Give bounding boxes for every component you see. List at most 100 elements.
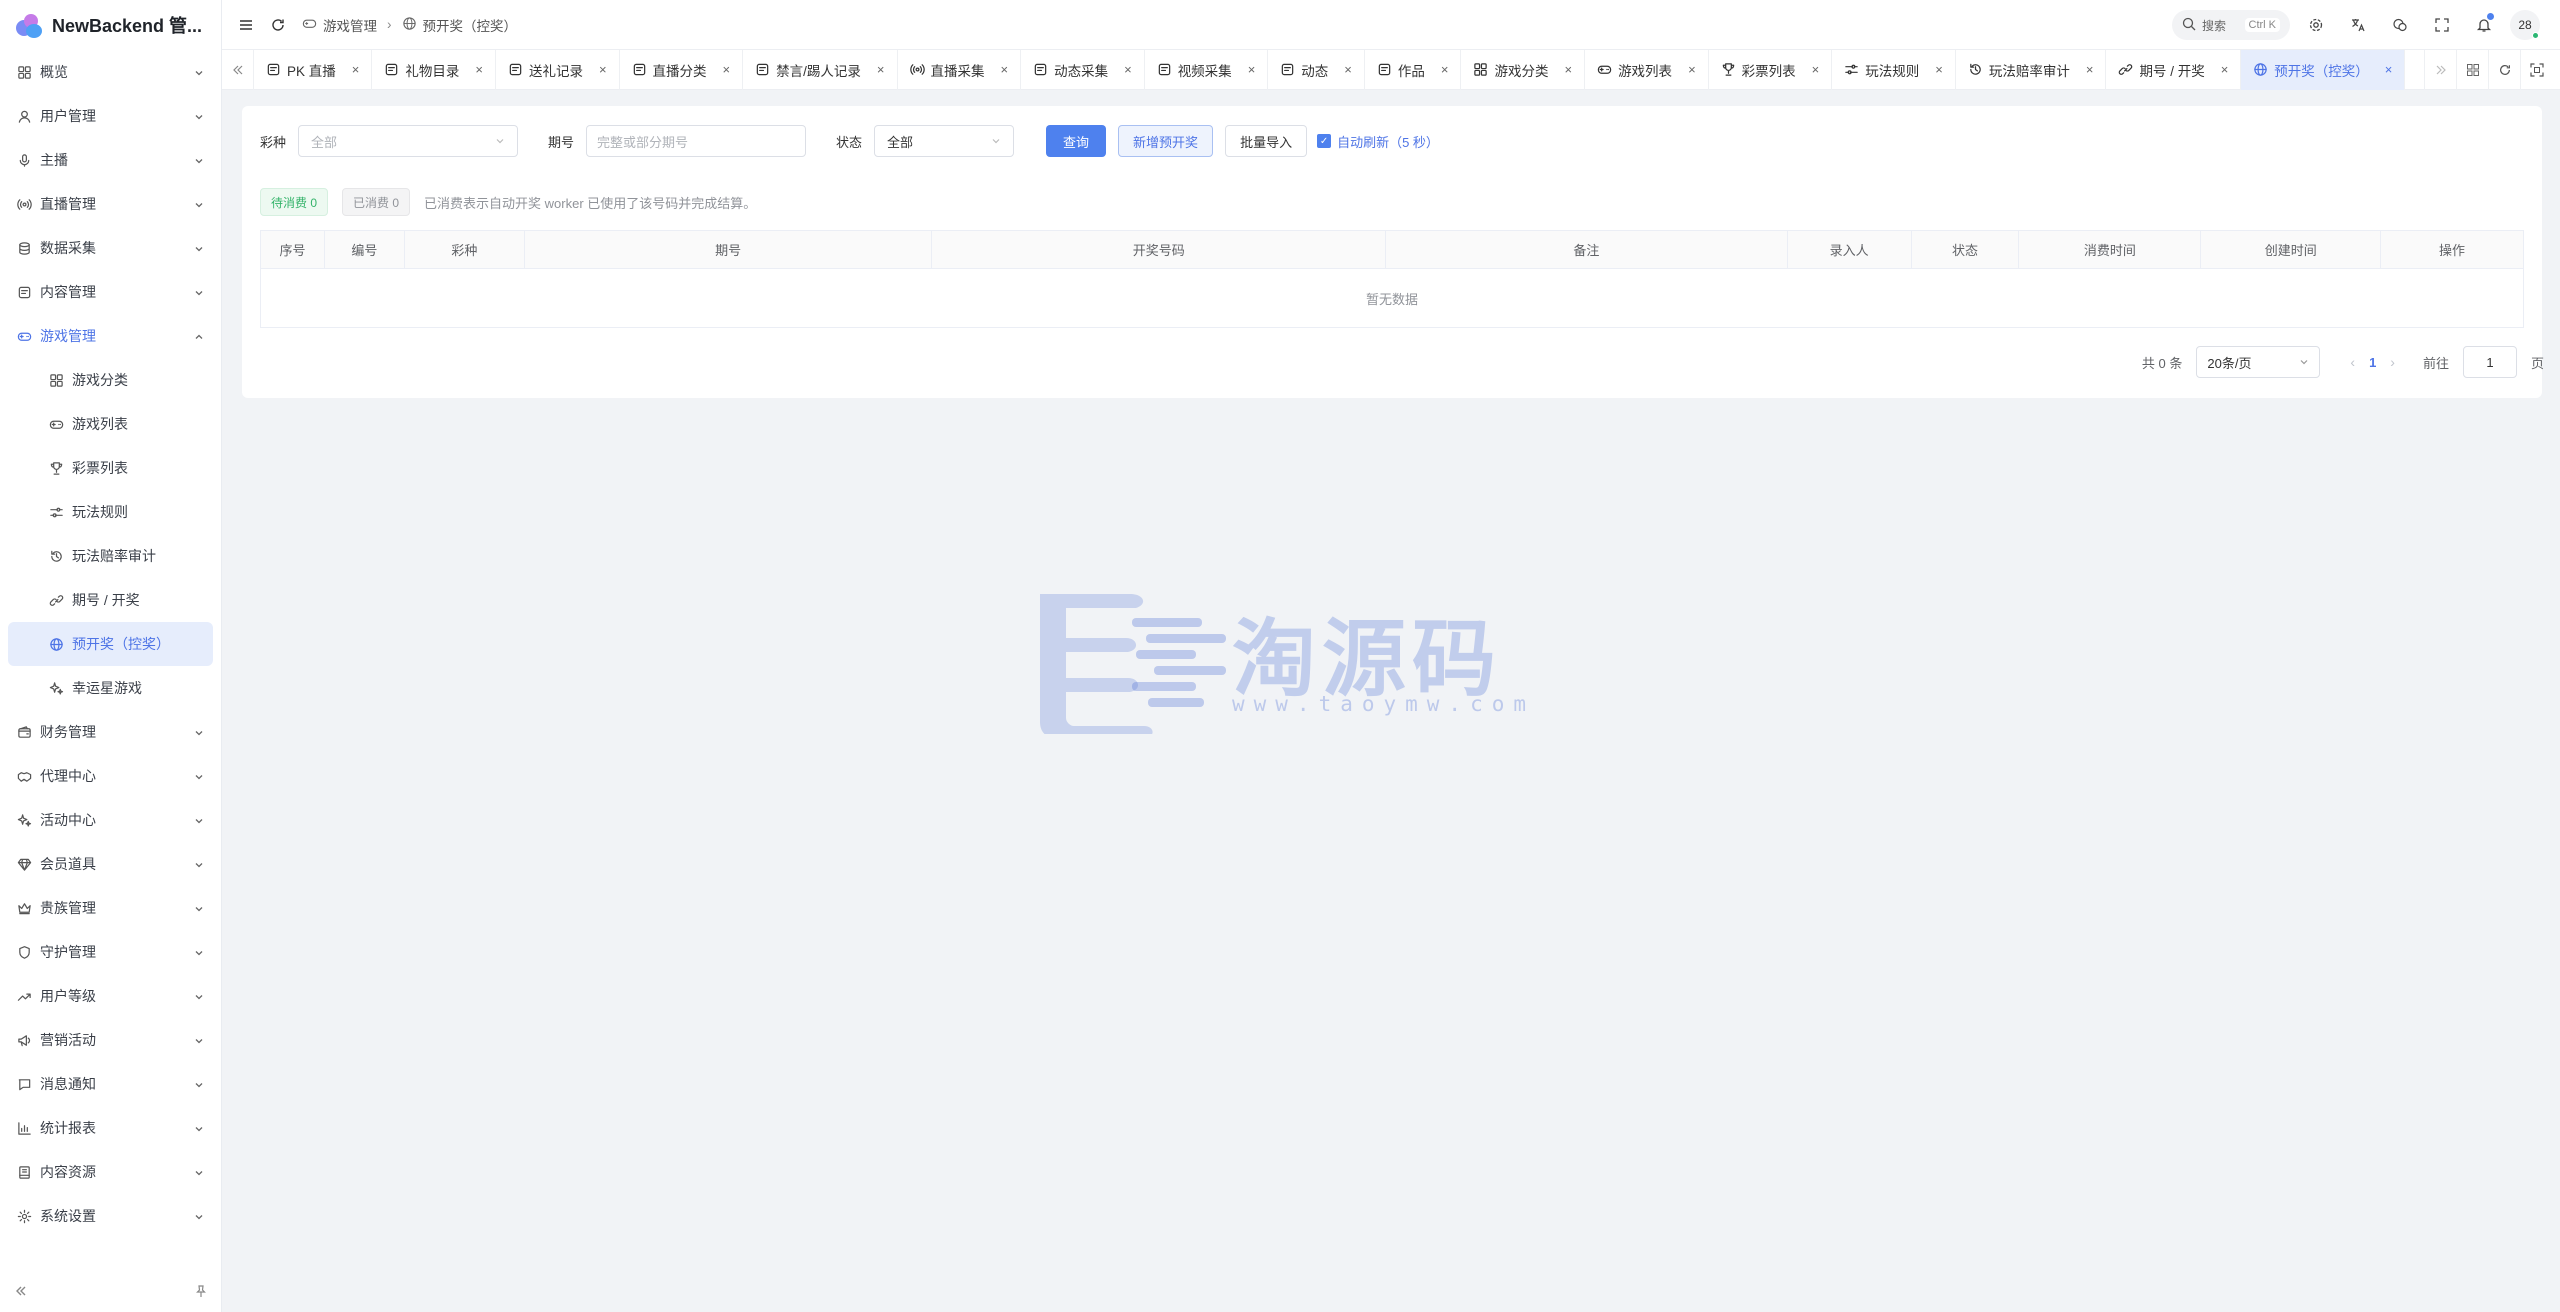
close-icon[interactable]: × bbox=[1248, 62, 1256, 77]
sidebar-item-sidebar-items_after-5[interactable]: 守护管理 bbox=[0, 930, 221, 974]
sidebar-subitem-3[interactable]: 玩法规则 bbox=[8, 490, 213, 534]
sidebar-subitem-0[interactable]: 游戏分类 bbox=[8, 358, 213, 402]
pre-draw-table: 序号 编号 彩种 期号 开奖号码 备注 录入人 状态 消费时间 创建时间 操作 暂无数据 bbox=[260, 230, 2524, 328]
sidebar-item-sidebar-items_after-3[interactable]: 会员道具 bbox=[0, 842, 221, 886]
translate-icon[interactable] bbox=[2342, 9, 2374, 41]
edit-icon bbox=[1033, 62, 1048, 77]
tab-7[interactable]: 视频采集 × bbox=[1145, 49, 1269, 90]
breadcrumb-item[interactable]: 游戏管理 bbox=[323, 15, 377, 35]
sidebar-item-sidebar-items_after-9[interactable]: 统计报表 bbox=[0, 1106, 221, 1150]
database-icon bbox=[16, 240, 32, 256]
close-icon[interactable]: × bbox=[1935, 62, 1943, 77]
goto-page-input[interactable]: 1 bbox=[2462, 346, 2517, 378]
sidebar-item-sidebar-items-5[interactable]: 内容管理 bbox=[0, 270, 221, 314]
user-avatar[interactable]: 28 bbox=[2510, 10, 2540, 40]
close-icon[interactable]: × bbox=[1812, 62, 1820, 77]
close-icon[interactable]: × bbox=[1344, 62, 1352, 77]
collapse-sidebar-icon[interactable] bbox=[14, 1284, 28, 1301]
tab-9[interactable]: 作品 × bbox=[1365, 49, 1462, 90]
tab-2[interactable]: 送礼记录 × bbox=[496, 49, 620, 90]
pin-icon[interactable] bbox=[194, 1284, 208, 1301]
close-icon[interactable]: × bbox=[1001, 62, 1009, 77]
tab-15[interactable]: 期号 / 开奖 × bbox=[2106, 49, 2242, 90]
page-size-select[interactable]: 20条/页 bbox=[2196, 346, 2321, 378]
global-search[interactable]: 搜索 Ctrl K bbox=[2172, 10, 2290, 40]
close-icon[interactable]: × bbox=[723, 62, 731, 77]
notification-bell-icon[interactable] bbox=[2468, 9, 2500, 41]
tab-11[interactable]: 游戏列表 × bbox=[1585, 49, 1709, 90]
tab-0[interactable]: PK 直播 × bbox=[254, 49, 373, 90]
sidebar-item-sidebar-items_after-8[interactable]: 消息通知 bbox=[0, 1062, 221, 1106]
sidebar-item-sidebar-items_after-6[interactable]: 用户等级 bbox=[0, 974, 221, 1018]
tab-16[interactable]: 预开奖（控奖） × bbox=[2241, 49, 2406, 90]
auto-refresh-checkbox[interactable]: ✓ 自动刷新（5 秒） bbox=[1317, 132, 1439, 151]
close-icon[interactable]: × bbox=[352, 62, 360, 77]
sidebar-item-sidebar-items_after-2[interactable]: 活动中心 bbox=[0, 798, 221, 842]
close-icon[interactable]: × bbox=[2086, 62, 2094, 77]
breadcrumb-separator: › bbox=[387, 17, 392, 32]
sidebar-item-sidebar-items-6[interactable]: 游戏管理 bbox=[0, 314, 221, 358]
page-number[interactable]: 1 bbox=[2369, 355, 2376, 370]
fullscreen-icon[interactable] bbox=[2426, 9, 2458, 41]
sidebar-item-sidebar-items_after-7[interactable]: 营销活动 bbox=[0, 1018, 221, 1062]
sidebar-item-sidebar-items-1[interactable]: 用户管理 bbox=[0, 94, 221, 138]
tab-13[interactable]: 玩法规则 × bbox=[1832, 49, 1956, 90]
tabs-maximize-icon[interactable] bbox=[2520, 49, 2552, 90]
menu-toggle-icon[interactable] bbox=[230, 9, 262, 41]
settings-icon[interactable] bbox=[2300, 9, 2332, 41]
tabs-scroll-left-icon[interactable] bbox=[222, 49, 254, 90]
close-icon[interactable]: × bbox=[1441, 62, 1449, 77]
query-button[interactable]: 查询 bbox=[1046, 125, 1107, 157]
sidebar-item-sidebar-items-4[interactable]: 数据采集 bbox=[0, 226, 221, 270]
sidebar-item-sidebar-items_after-11[interactable]: 系统设置 bbox=[0, 1194, 221, 1238]
close-icon[interactable]: × bbox=[2385, 62, 2393, 77]
sidebar-item-sidebar-items_after-0[interactable]: 财务管理 bbox=[0, 710, 221, 754]
sidebar-subitem-6[interactable]: 预开奖（控奖） bbox=[8, 622, 213, 666]
sidebar-subitem-1[interactable]: 游戏列表 bbox=[8, 402, 213, 446]
sidebar-item-sidebar-items-3[interactable]: 直播管理 bbox=[0, 182, 221, 226]
close-icon[interactable]: × bbox=[2221, 62, 2229, 77]
tab-10[interactable]: 游戏分类 × bbox=[1461, 49, 1586, 90]
tab-6[interactable]: 动态采集 × bbox=[1021, 49, 1145, 90]
sidebar-item-sidebar-items_after-10[interactable]: 内容资源 bbox=[0, 1150, 221, 1194]
next-page-icon[interactable]: › bbox=[2390, 354, 2395, 370]
sidebar-subitem-5[interactable]: 期号 / 开奖 bbox=[8, 578, 213, 622]
batch-import-button[interactable]: 批量导入 bbox=[1225, 125, 1308, 157]
tabs-grid-icon[interactable] bbox=[2456, 49, 2488, 90]
sidebar-item-sidebar-items_after-1[interactable]: 代理中心 bbox=[0, 754, 221, 798]
prev-page-icon[interactable]: ‹ bbox=[2350, 354, 2355, 370]
sidebar-subitem-4[interactable]: 玩法赔率审计 bbox=[8, 534, 213, 578]
tabs-bar: PK 直播 × 礼物目录 × 送礼记录 × 直播分类 × 禁言/踢人记录 × 直播采集 × 动态采集 × 视… bbox=[222, 49, 2560, 90]
sidebar-item-sidebar-items-2[interactable]: 主播 bbox=[0, 138, 221, 182]
tabs-scroll-right-icon[interactable] bbox=[2424, 49, 2456, 90]
lottery-select[interactable]: 全部 bbox=[298, 125, 519, 157]
sidebar-item-sidebar-items_after-4[interactable]: 贵族管理 bbox=[0, 886, 221, 930]
logo-row[interactable]: NewBackend 管... bbox=[0, 0, 221, 50]
sidebar-subitem-7[interactable]: 幸运星游戏 bbox=[8, 666, 213, 710]
tab-5[interactable]: 直播采集 × bbox=[898, 49, 1022, 90]
close-icon[interactable]: × bbox=[599, 62, 607, 77]
close-icon[interactable]: × bbox=[1688, 62, 1696, 77]
period-input[interactable]: 完整或部分期号 bbox=[586, 125, 807, 157]
tab-8[interactable]: 动态 × bbox=[1268, 49, 1365, 90]
close-icon[interactable]: × bbox=[1564, 62, 1572, 77]
close-icon[interactable]: × bbox=[475, 62, 483, 77]
tabs-refresh-icon[interactable] bbox=[2488, 49, 2520, 90]
gamepad-icon bbox=[302, 16, 317, 34]
close-icon[interactable]: × bbox=[877, 62, 885, 77]
gem-icon bbox=[16, 856, 32, 872]
tab-4[interactable]: 禁言/踢人记录 × bbox=[743, 49, 898, 90]
tab-3[interactable]: 直播分类 × bbox=[620, 49, 744, 90]
add-pre-draw-button[interactable]: 新增预开奖 bbox=[1118, 125, 1214, 157]
theme-icon[interactable] bbox=[2384, 9, 2416, 41]
sidebar-subitem-label: 游戏列表 bbox=[72, 416, 128, 432]
status-select[interactable]: 全部 bbox=[874, 125, 1015, 157]
history-icon bbox=[1968, 62, 1983, 77]
sidebar-item-sidebar-items-0[interactable]: 概览 bbox=[0, 50, 221, 94]
refresh-icon[interactable] bbox=[262, 9, 294, 41]
tab-12[interactable]: 彩票列表 × bbox=[1709, 49, 1833, 90]
tab-1[interactable]: 礼物目录 × bbox=[372, 49, 496, 90]
tab-14[interactable]: 玩法赔率审计 × bbox=[1956, 49, 2107, 90]
sidebar-subitem-2[interactable]: 彩票列表 bbox=[8, 446, 213, 490]
close-icon[interactable]: × bbox=[1124, 62, 1132, 77]
